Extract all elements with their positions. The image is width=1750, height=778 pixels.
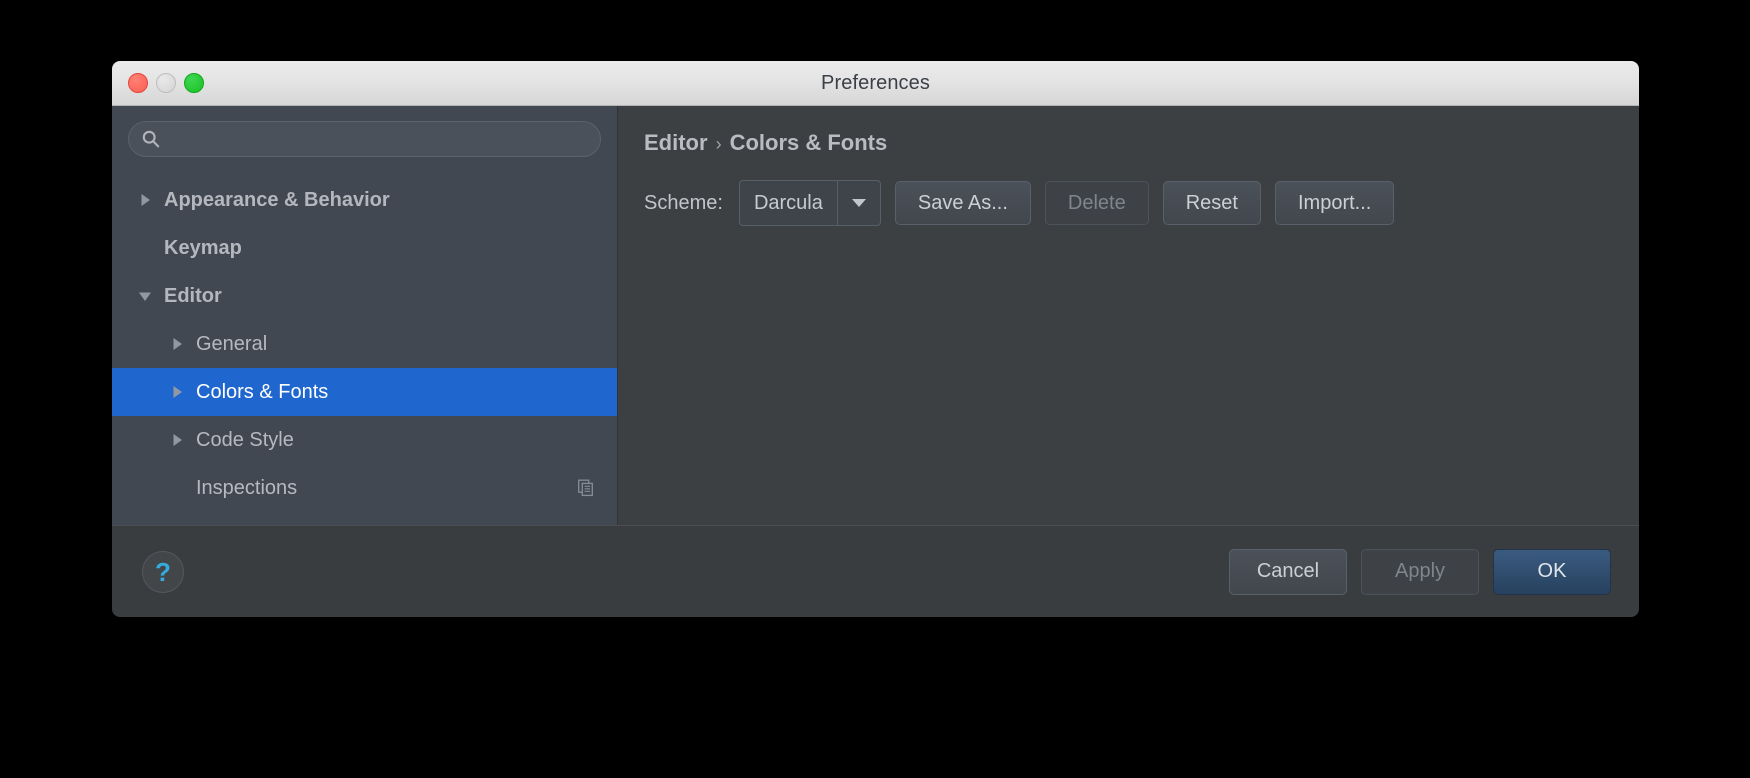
reset-button[interactable]: Reset: [1162, 181, 1261, 225]
sidebar-item-label: Code Style: [196, 428, 294, 451]
breadcrumb-separator-icon: ›: [715, 133, 722, 154]
chevron-right-icon[interactable]: [164, 337, 190, 351]
sidebar-item-colors-fonts[interactable]: Colors & Fonts: [112, 368, 617, 416]
sidebar-item-label: Colors & Fonts: [196, 380, 329, 403]
copy-icon[interactable]: [578, 479, 595, 497]
scheme-combobox[interactable]: Darcula: [738, 180, 881, 226]
sidebar-item-label: Inspections: [196, 476, 298, 499]
window-title: Preferences: [821, 71, 930, 94]
chevron-right-icon[interactable]: [164, 385, 190, 399]
sidebar-item-appearance-behavior[interactable]: Appearance & Behavior: [112, 176, 617, 224]
search-container: [112, 106, 617, 166]
chevron-right-icon[interactable]: [164, 433, 190, 447]
sidebar-item-label: Keymap: [164, 236, 242, 259]
detail-panel: Editor › Colors & Fonts Scheme: Darcula …: [618, 106, 1639, 525]
apply-button: Apply: [1361, 548, 1479, 595]
sidebar-item-code-style[interactable]: Code Style: [112, 416, 617, 464]
ok-button[interactable]: OK: [1493, 548, 1611, 595]
settings-sidebar: Appearance & Behavior Keymap Editor General…: [112, 106, 618, 525]
help-button[interactable]: ?: [142, 550, 184, 593]
dialog-action-buttons: Cancel Apply OK: [1229, 548, 1611, 595]
preferences-window: Preferences Appearance & Behavior Keymap E…: [112, 61, 1639, 617]
breadcrumb-root[interactable]: Editor: [644, 130, 708, 156]
search-field[interactable]: [128, 121, 601, 157]
breadcrumb: Editor › Colors & Fonts: [618, 106, 1639, 156]
window-body: Appearance & Behavior Keymap Editor General…: [112, 106, 1639, 525]
traffic-light-group: [128, 61, 204, 105]
zoom-window-button[interactable]: [184, 73, 204, 93]
delete-button: Delete: [1044, 181, 1149, 225]
chevron-down-icon[interactable]: [132, 289, 158, 303]
sidebar-item-keymap[interactable]: Keymap: [112, 224, 617, 272]
import-button[interactable]: Import...: [1274, 181, 1395, 225]
chevron-down-icon[interactable]: [836, 181, 880, 225]
sidebar-item-editor[interactable]: Editor: [112, 272, 617, 320]
sidebar-item-label: Appearance & Behavior: [164, 188, 390, 211]
search-icon: [141, 129, 161, 149]
chevron-right-icon[interactable]: [132, 193, 158, 207]
dialog-footer: ? Cancel Apply OK: [112, 525, 1639, 617]
save-as-button[interactable]: Save As...: [894, 181, 1031, 225]
close-window-button[interactable]: [128, 73, 148, 93]
settings-tree: Appearance & Behavior Keymap Editor General…: [112, 166, 617, 525]
cancel-button[interactable]: Cancel: [1229, 548, 1347, 595]
sidebar-item-label: General: [196, 332, 268, 355]
sidebar-item-general[interactable]: General: [112, 320, 617, 368]
sidebar-item-inspections[interactable]: Inspections: [112, 464, 617, 512]
search-input[interactable]: [169, 130, 588, 148]
scheme-toolbar: Scheme: Darcula Save As... Delete Reset Imp…: [644, 180, 1639, 226]
minimize-window-button[interactable]: [156, 73, 176, 93]
sidebar-item-label: Editor: [164, 284, 222, 307]
scheme-selected-value: Darcula: [753, 191, 823, 214]
scheme-button-group: Save As... Delete Reset Import...: [894, 181, 1395, 225]
breadcrumb-leaf: Colors & Fonts: [729, 130, 888, 155]
scheme-label: Scheme:: [644, 191, 723, 214]
window-titlebar: Preferences: [112, 61, 1639, 106]
